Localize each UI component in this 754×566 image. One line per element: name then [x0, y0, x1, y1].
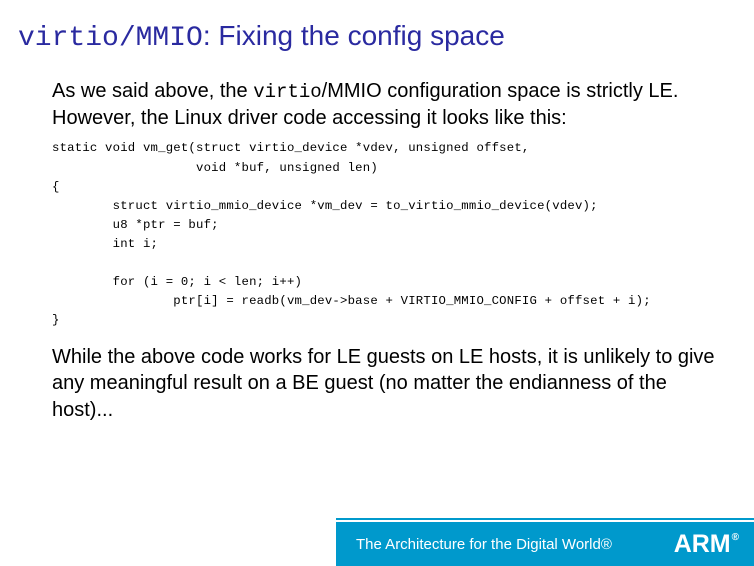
paragraph-2: While the above code works for LE guests…	[52, 344, 722, 423]
footer-bar: The Architecture for the Digital World® …	[336, 522, 754, 566]
slide-body: As we said above, the virtio/MMIO config…	[52, 78, 722, 423]
footer-tagline: The Architecture for the Digital World®	[356, 536, 674, 553]
title-code-2: /MMIO	[119, 23, 203, 54]
p1-tt-1: virtio	[253, 81, 321, 103]
slide-title: virtio/MMIO: Fixing the config space	[18, 20, 505, 54]
slide: virtio/MMIO: Fixing the config space As …	[0, 0, 754, 566]
title-rest: : Fixing the config space	[203, 20, 505, 51]
arm-logo: ARM®	[674, 530, 738, 559]
arm-logo-reg: ®	[732, 532, 739, 543]
code-listing: static void vm_get(struct virtio_device …	[52, 139, 722, 329]
paragraph-1: As we said above, the virtio/MMIO config…	[52, 78, 722, 131]
arm-logo-text: ARM	[674, 530, 731, 558]
title-code-1: virtio	[18, 23, 119, 54]
p1-text-1: As we said above, the	[52, 80, 253, 102]
footer: The Architecture for the Digital World® …	[0, 522, 754, 566]
